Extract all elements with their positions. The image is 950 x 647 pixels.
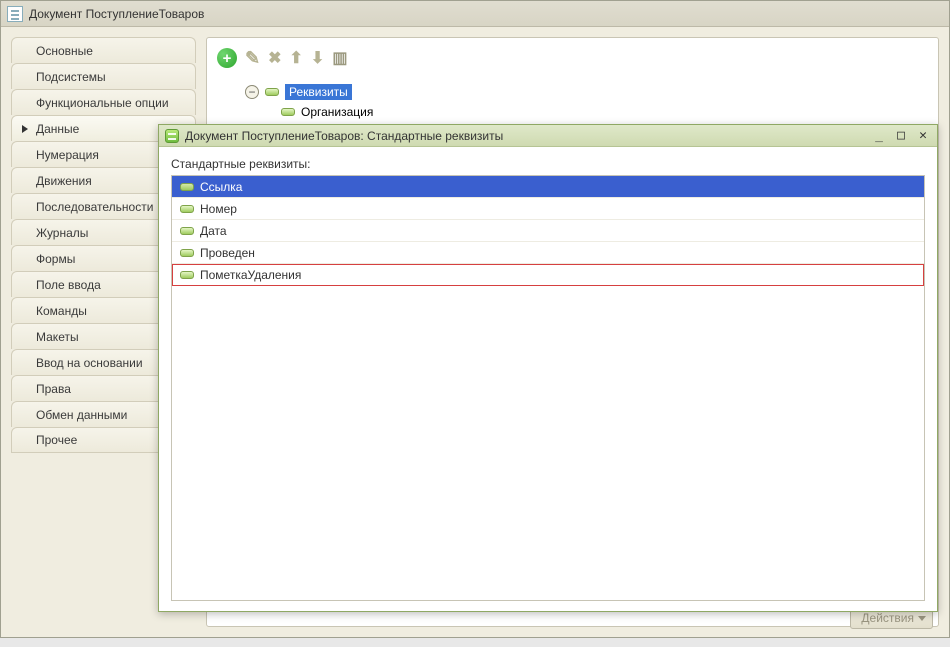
delete-icon[interactable]: ✖ <box>268 48 281 68</box>
bullet-icon <box>265 88 279 96</box>
requisite-label: Дата <box>200 224 227 238</box>
move-up-icon[interactable]: ⬆ <box>290 48 303 68</box>
requisite-row[interactable]: Ссылка <box>172 176 924 198</box>
requisite-label: ПометкаУдаления <box>200 268 301 282</box>
requisite-label: Ссылка <box>200 180 242 194</box>
requisite-row[interactable]: Номер <box>172 198 924 220</box>
standard-requisites-dialog: Документ ПоступлениеТоваров: Стандартные… <box>158 124 938 612</box>
bullet-icon <box>281 108 295 116</box>
requisites-list[interactable]: Ссылка Номер Дата Проведен ПометкаУдаления <box>171 175 925 601</box>
tree-root-label[interactable]: Реквизиты <box>285 84 352 100</box>
move-down-icon[interactable]: ⬇ <box>311 48 324 68</box>
bullet-icon <box>180 249 194 257</box>
main-title: Документ ПоступлениеТоваров <box>29 7 204 21</box>
toolbar: + ✎ ✖ ⬆ ⬇ ▥ <box>217 46 928 70</box>
add-icon[interactable]: + <box>217 48 237 68</box>
dialog-body: Стандартные реквизиты: Ссылка Номер Дата Пр… <box>159 147 937 611</box>
bullet-icon <box>180 183 194 191</box>
actions-label: Действия <box>861 611 914 625</box>
maximize-button[interactable]: □ <box>893 129 909 143</box>
main-titlebar: Документ ПоступлениеТоваров <box>1 1 949 27</box>
list-icon[interactable]: ▥ <box>332 48 347 68</box>
tree-child-label[interactable]: Организация <box>301 105 373 119</box>
bullet-icon <box>180 227 194 235</box>
requisite-row[interactable]: Проведен <box>172 242 924 264</box>
dialog-titlebar[interactable]: Документ ПоступлениеТоваров: Стандартные… <box>159 125 937 147</box>
dialog-title: Документ ПоступлениеТоваров: Стандартные… <box>185 129 865 143</box>
sidebar-tab[interactable]: Функциональные опции <box>11 89 196 115</box>
requisite-label: Номер <box>200 202 237 216</box>
bullet-icon <box>180 271 194 279</box>
dialog-window-controls: _ □ ✕ <box>871 129 931 143</box>
minimize-button[interactable]: _ <box>871 129 887 143</box>
sidebar-tab[interactable]: Основные <box>11 37 196 63</box>
sidebar-tab[interactable]: Подсистемы <box>11 63 196 89</box>
close-button[interactable]: ✕ <box>915 129 931 143</box>
bullet-icon <box>180 205 194 213</box>
collapse-icon[interactable]: − <box>245 85 259 99</box>
attributes-tree: − Реквизиты Организация <box>217 82 928 122</box>
section-label: Стандартные реквизиты: <box>171 157 925 171</box>
requisite-label: Проведен <box>200 246 255 260</box>
tree-root-row[interactable]: − Реквизиты <box>245 82 928 102</box>
requisite-row[interactable]: ПометкаУдаления <box>172 264 924 286</box>
dialog-icon <box>165 129 179 143</box>
tree-child-row[interactable]: Организация <box>245 102 928 122</box>
requisite-row[interactable]: Дата <box>172 220 924 242</box>
document-icon <box>7 6 23 22</box>
edit-icon[interactable]: ✎ <box>245 48 260 68</box>
